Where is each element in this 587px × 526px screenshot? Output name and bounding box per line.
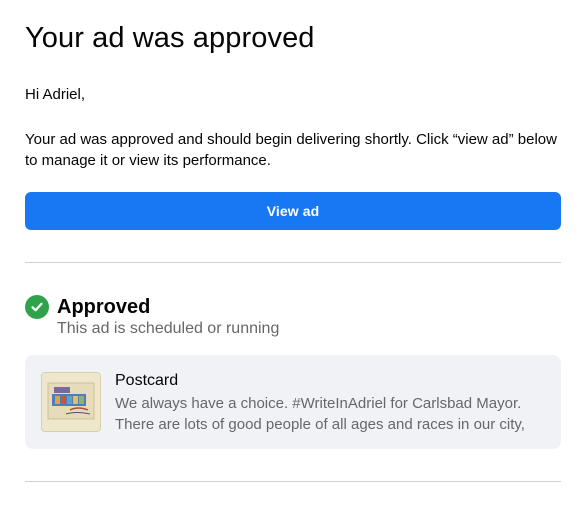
greeting-text: Hi Adriel, xyxy=(25,86,86,103)
view-ad-button[interactable]: View ad xyxy=(25,192,561,230)
ad-preview-card[interactable]: Postcard We always have a choice. #Write… xyxy=(25,355,561,449)
status-title: Approved xyxy=(57,295,151,318)
check-circle-icon xyxy=(25,295,49,319)
ad-name: Postcard xyxy=(115,372,179,389)
divider xyxy=(25,262,561,263)
status-subtitle: This ad is scheduled or running xyxy=(57,320,280,337)
email-body-text: Your ad was approved and should begin de… xyxy=(25,131,557,169)
ad-description: We always have a choice. #WriteInAdriel … xyxy=(115,395,525,433)
status-row: Approved xyxy=(25,295,150,319)
ad-thumbnail-image xyxy=(41,372,101,432)
email-title: Your ad was approved xyxy=(25,22,315,54)
divider xyxy=(25,481,561,482)
